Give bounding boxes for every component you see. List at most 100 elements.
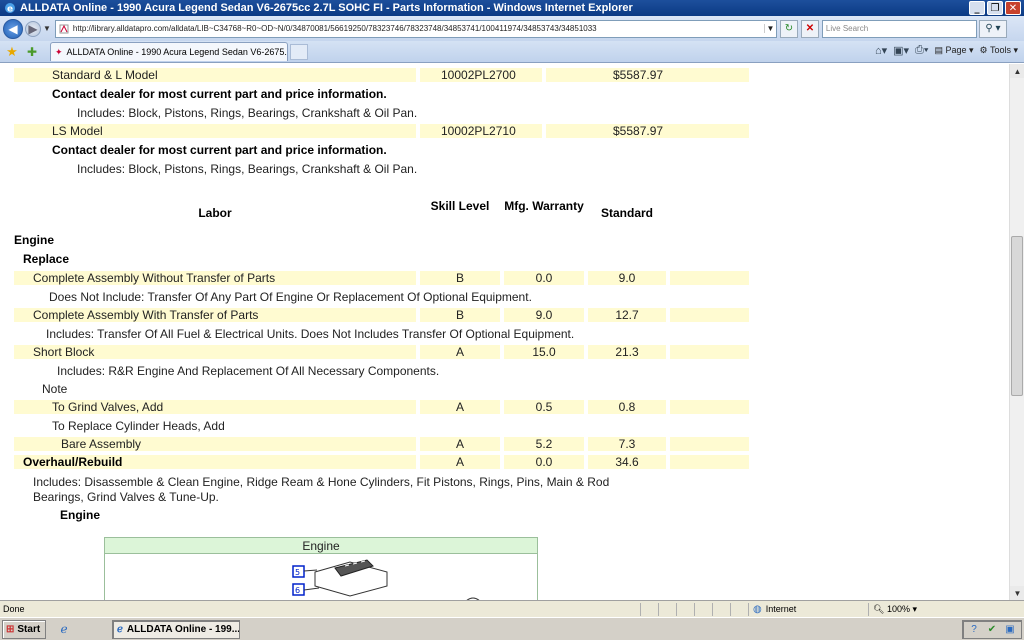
labor-item-note: Includes: R&R Engine And Replacement Of … xyxy=(57,364,440,378)
system-tray: ? ✔ ▣ xyxy=(962,620,1022,639)
page-favicon-icon xyxy=(59,24,69,33)
vertical-scrollbar[interactable]: ▲ ▼ xyxy=(1009,64,1024,600)
add-favorites-icon[interactable]: ✚ xyxy=(24,44,40,60)
note-label: Note xyxy=(42,382,68,396)
back-button[interactable]: ◀ xyxy=(3,18,23,39)
labor-item-skill: B xyxy=(455,308,464,322)
labor-item-warranty: 5.2 xyxy=(535,437,553,451)
refresh-button[interactable]: ↻ xyxy=(779,19,798,38)
labor-item-warranty: 9.0 xyxy=(535,308,553,322)
page-menu-label: Page xyxy=(945,45,967,55)
zoom-level: 100% xyxy=(886,604,910,614)
zone-label: Internet xyxy=(765,604,797,614)
taskbar-item-ie[interactable]: ℯ ALLDATA Online - 199... xyxy=(112,619,240,639)
labor-item-skill: A xyxy=(455,400,464,414)
scroll-thumb[interactable] xyxy=(1011,236,1023,396)
labor-item-name: To Grind Valves, Add xyxy=(52,400,164,414)
svg-text:e: e xyxy=(7,5,13,15)
stop-button[interactable]: ✕ xyxy=(800,19,819,38)
labor-row-bg xyxy=(670,345,749,359)
labor-row-bg xyxy=(670,308,749,322)
command-bar: ⌂▾ ▣▾ ⎙▾ ▤ Page ▾ ⚙ Tools ▾ xyxy=(875,44,1018,57)
zoom-control[interactable]: 🔍︎ 100% ▾ xyxy=(868,602,917,616)
start-button[interactable]: ⊞ Start xyxy=(2,619,46,639)
callout-label: 5 xyxy=(295,568,300,577)
home-icon[interactable]: ⌂▾ xyxy=(875,44,887,57)
scroll-down-icon[interactable]: ▼ xyxy=(1010,586,1024,600)
status-segment xyxy=(676,602,694,616)
scroll-up-icon[interactable]: ▲ xyxy=(1010,64,1024,78)
labor-item-warranty: 0.0 xyxy=(535,271,553,285)
taskbar-item-label: ALLDATA Online - 199... xyxy=(126,623,240,635)
dealer-note: Contact dealer for most current part and… xyxy=(52,87,387,101)
zoom-icon: 🔍︎ xyxy=(873,603,885,614)
status-bar: Done ◍ Internet 🔍︎ 100% ▾ xyxy=(0,600,1024,617)
callout-label: 6 xyxy=(295,586,300,595)
ie-icon: e xyxy=(5,3,15,15)
window-title: ALLDATA Online - 1990 Acura Legend Sedan… xyxy=(20,2,633,14)
windows-flag-icon: ⊞ xyxy=(6,623,15,635)
favorites-star-icon[interactable]: ★ xyxy=(4,44,20,60)
close-button[interactable]: ✕ xyxy=(1005,1,1021,15)
standard-header: Standard xyxy=(600,206,653,220)
part-number: 10002PL2700 xyxy=(441,68,516,82)
labor-item-warranty: 15.0 xyxy=(532,345,556,359)
network-icon[interactable]: ▣ xyxy=(1003,623,1017,637)
labor-item-standard: 34.6 xyxy=(615,455,639,469)
overhaul-includes-line1: Includes: Disassemble & Clean Engine, Ri… xyxy=(33,475,610,489)
tools-menu-label: Tools xyxy=(989,45,1011,55)
ie-quicklaunch-icon[interactable]: ℯ xyxy=(56,621,72,637)
labor-item-skill: A xyxy=(455,455,464,469)
start-label: Start xyxy=(17,623,41,635)
section-engine: Engine xyxy=(14,233,55,247)
new-tab-button[interactable] xyxy=(290,43,308,60)
search-input[interactable]: Live Search xyxy=(821,19,977,38)
help-icon[interactable]: ? xyxy=(967,623,981,637)
page-content: Standard & L Model 10002PL2700 $5587.97 … xyxy=(0,64,1009,600)
labor-item-standard: 0.8 xyxy=(618,400,636,414)
restore-button[interactable]: ❐ xyxy=(987,1,1003,15)
security-icon[interactable]: ✔ xyxy=(985,623,999,637)
labor-row-bg xyxy=(670,271,749,285)
labor-row-bg xyxy=(670,455,749,469)
address-url: http://library.alldatapro.com/alldata/LI… xyxy=(72,24,597,33)
address-toolbar: ◀ ▶ ▼ http://library.alldatapro.com/alld… xyxy=(0,16,1024,41)
labor-item-standard: 12.7 xyxy=(615,308,639,322)
labor-item-name: Complete Assembly With Transfer of Parts xyxy=(33,308,259,322)
page-menu[interactable]: ▤ Page ▾ xyxy=(934,45,973,56)
ie-icon: ℯ xyxy=(117,623,123,635)
labor-item-skill: A xyxy=(455,437,464,451)
warranty-header: Mfg. Warranty xyxy=(504,199,584,213)
dealer-note: Contact dealer for most current part and… xyxy=(52,143,387,157)
labor-item-warranty: 0.0 xyxy=(535,455,553,469)
labor-item-name: Complete Assembly Without Transfer of Pa… xyxy=(33,271,276,285)
skill-level-header: Skill Level xyxy=(430,199,490,213)
tab-alldata[interactable]: ✦ ALLDATA Online - 1990 Acura Legend Sed… xyxy=(50,42,288,61)
globe-icon: ◍ xyxy=(753,603,762,615)
search-button[interactable]: ⚲ ▾ xyxy=(978,19,1007,38)
status-segment xyxy=(640,602,658,616)
status-text: Done xyxy=(3,604,25,614)
history-dropdown-icon[interactable]: ▼ xyxy=(43,24,51,33)
part-price: $5587.97 xyxy=(613,68,664,82)
part-name: Standard & L Model xyxy=(52,68,158,82)
labor-item-name: Bare Assembly xyxy=(61,437,142,451)
feeds-icon[interactable]: ▣▾ xyxy=(893,44,909,57)
engine-diagram: 5 6 xyxy=(292,559,480,600)
address-dropdown-icon[interactable]: ▼ xyxy=(763,24,776,33)
status-segment xyxy=(658,602,676,616)
figure-title: Engine xyxy=(105,538,537,554)
replace-heads-label: To Replace Cylinder Heads, Add xyxy=(52,419,225,433)
tools-menu[interactable]: ⚙ Tools ▾ xyxy=(980,45,1018,56)
print-icon[interactable]: ⎙▾ xyxy=(915,44,928,57)
address-input[interactable]: http://library.alldatapro.com/alldata/LI… xyxy=(54,19,777,38)
labor-item-note: Does Not Include: Transfer Of Any Part O… xyxy=(49,290,532,304)
forward-button[interactable]: ▶ xyxy=(25,20,41,37)
security-zone[interactable]: ◍ Internet xyxy=(748,602,868,616)
taskbar: ⊞ Start ℯ ℯ ALLDATA Online - 199... ? ✔ … xyxy=(0,617,1024,640)
status-segment xyxy=(712,602,730,616)
part-price: $5587.97 xyxy=(613,124,664,138)
minimize-button[interactable]: _ xyxy=(969,1,985,15)
title-bar: e ALLDATA Online - 1990 Acura Legend Sed… xyxy=(0,0,1024,16)
part-includes: Includes: Block, Pistons, Rings, Bearing… xyxy=(77,106,418,120)
